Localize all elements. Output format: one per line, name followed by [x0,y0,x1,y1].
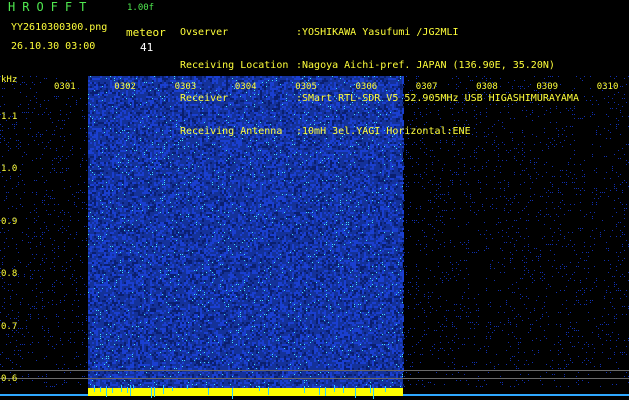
baseline-left [0,394,88,396]
meta-row-observer: Ovserver:YOSHIKAWA Yasufumi /JG2MLI [180,27,459,38]
file-name: YY2610300300.png [11,22,108,33]
y-tick-label: 0.6 [1,374,18,385]
reference-line [0,370,629,371]
time-label: 0310 [596,82,619,92]
time-label: 0304 [234,82,257,92]
capture-datetime: 26.10.30 03:00 [11,41,96,52]
y-axis-unit: kHz [1,75,18,85]
meteor-count: 41 [140,41,154,54]
app-brand: HROFFT [8,0,94,14]
time-label: 0309 [536,82,559,92]
meteor-label: meteor [126,26,166,39]
meta-row-receiver: Receiver:SMart RTL-SDR V5 52.905MHz USB … [180,93,579,104]
time-label: 0306 [355,82,378,92]
reference-line [0,378,629,379]
y-tick-label: 1.0 [1,164,18,175]
y-tick-label: 0.9 [1,216,18,227]
app-version: 1.00f [127,3,155,13]
baseline-right [403,394,629,396]
y-tick-label: 0.7 [1,321,18,332]
meta-row-antenna: Receiving Antenna:10mH 3el.YAGI Horizont… [180,126,471,137]
meta-row-location: Receiving Location:Nagoya Aichi-pref. JA… [180,60,555,71]
time-label: 0307 [415,82,438,92]
time-label: 0305 [295,82,317,92]
time-label: 0308 [476,82,498,92]
time-label: 0303 [174,82,197,92]
time-label: 0302 [114,82,136,92]
time-label: 0301 [54,82,76,92]
y-tick-label: 1.1 [1,111,18,122]
station-meta: Ovserver:YOSHIKAWA Yasufumi /JG2MLI Rece… [180,5,579,148]
y-tick-label: 0.8 [1,269,18,280]
